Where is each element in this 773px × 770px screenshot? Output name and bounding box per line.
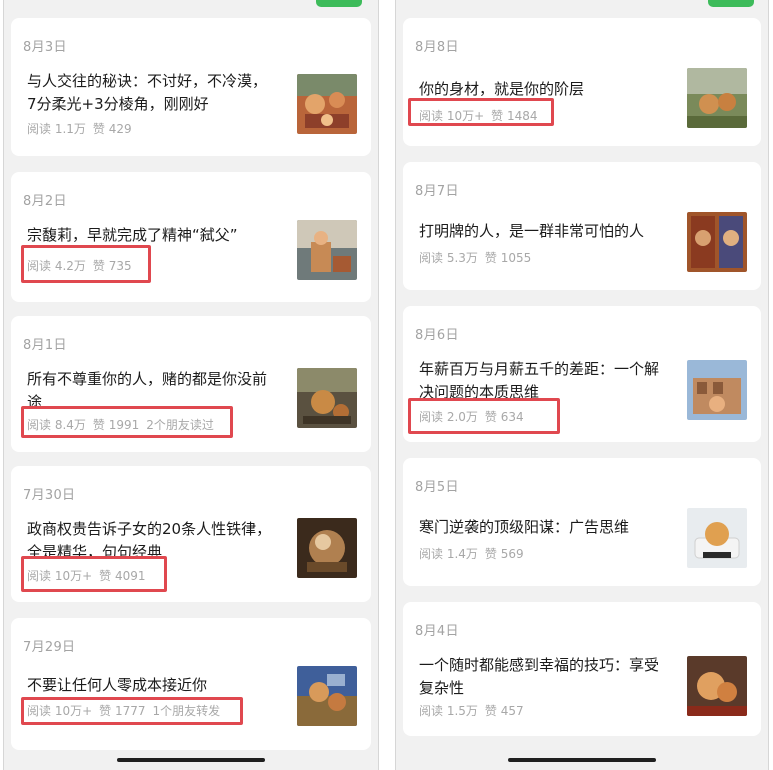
article-date: 7月30日 xyxy=(23,488,76,503)
article-card[interactable]: 8月5日 寒门逆袭的顶级阳谋：广告思维 阅读 1.4万赞 569 xyxy=(403,458,761,586)
read-count: 阅读 1.4万 xyxy=(419,547,478,561)
article-date: 8月2日 xyxy=(23,194,67,209)
left-phone-screen: 8月3日 与人交往的秘诀：不讨好，不冷漠， 7分柔光+3分棱角，刚刚好 阅读 1… xyxy=(3,0,379,770)
article-date: 8月7日 xyxy=(415,184,459,199)
painting-thumbnail[interactable] xyxy=(687,508,747,568)
article-stats: 阅读 1.1万赞 429 xyxy=(27,120,139,137)
article-title[interactable]: 不要让任何人零成本接近你 xyxy=(27,674,285,697)
like-count: 赞 1055 xyxy=(484,251,532,265)
painting-thumbnail[interactable] xyxy=(297,220,357,280)
highlight-box xyxy=(21,406,233,438)
highlight-box xyxy=(21,556,167,592)
article-stats: 阅读 1.5万赞 457 xyxy=(419,702,531,719)
article-stats: 阅读 1.4万赞 569 xyxy=(419,545,531,562)
article-card[interactable]: 8月7日 打明牌的人，是一群非常可怕的人 阅读 5.3万赞 1055 xyxy=(403,162,761,290)
article-title[interactable]: 与人交往的秘诀：不讨好，不冷漠， 7分柔光+3分棱角，刚刚好 xyxy=(27,70,285,116)
article-date: 8月1日 xyxy=(23,338,67,353)
article-title[interactable]: 一个随时都能感到幸福的技巧：享受 复杂性 xyxy=(419,654,677,700)
like-count: 赞 569 xyxy=(484,547,524,561)
top-tab-indicator xyxy=(316,0,362,7)
article-date: 7月29日 xyxy=(23,640,76,655)
article-date: 8月8日 xyxy=(415,40,459,55)
read-count: 阅读 1.1万 xyxy=(27,122,86,136)
article-date: 8月4日 xyxy=(415,624,459,639)
painting-thumbnail[interactable] xyxy=(687,212,747,272)
article-date: 8月3日 xyxy=(23,40,67,55)
read-count: 阅读 5.3万 xyxy=(419,251,478,265)
right-phone-screen: 8月8日 你的身材，就是你的阶层 阅读 10万+ 赞 1484 8月7日 打明牌的… xyxy=(395,0,769,770)
painting-thumbnail[interactable] xyxy=(687,656,747,716)
painting-thumbnail[interactable] xyxy=(687,360,747,420)
highlight-box xyxy=(408,398,560,434)
article-card[interactable]: 8月3日 与人交往的秘诀：不讨好，不冷漠， 7分柔光+3分棱角，刚刚好 阅读 1… xyxy=(11,18,371,156)
painting-thumbnail[interactable] xyxy=(297,368,357,428)
home-indicator[interactable] xyxy=(508,758,656,762)
painting-thumbnail[interactable] xyxy=(687,68,747,128)
painting-thumbnail[interactable] xyxy=(297,666,357,726)
article-stats: 阅读 5.3万赞 1055 xyxy=(419,249,538,266)
article-title[interactable]: 寒门逆袭的顶级阳谋：广告思维 xyxy=(419,516,677,539)
like-count: 赞 457 xyxy=(484,704,524,718)
article-date: 8月6日 xyxy=(415,328,459,343)
top-tab-indicator xyxy=(708,0,754,7)
article-card[interactable]: 7月29日 不要让任何人零成本接近你 阅读 10万+ 赞 1777 1个朋友转发 xyxy=(11,618,371,750)
article-title[interactable]: 宗馥莉，早就完成了精神“弑父” xyxy=(27,224,285,247)
home-indicator[interactable] xyxy=(117,758,265,762)
read-count: 阅读 1.5万 xyxy=(419,704,478,718)
highlight-box xyxy=(21,245,151,283)
like-count: 赞 429 xyxy=(92,122,132,136)
article-card[interactable]: 8月8日 你的身材，就是你的阶层 阅读 10万+ 赞 1484 xyxy=(403,18,761,146)
article-date: 8月5日 xyxy=(415,480,459,495)
article-title[interactable]: 打明牌的人，是一群非常可怕的人 xyxy=(419,220,677,243)
highlight-box xyxy=(408,98,554,126)
painting-thumbnail[interactable] xyxy=(297,74,357,134)
article-card[interactable]: 8月4日 一个随时都能感到幸福的技巧：享受 复杂性 阅读 1.5万赞 457 xyxy=(403,602,761,736)
painting-thumbnail[interactable] xyxy=(297,518,357,578)
highlight-box xyxy=(21,697,243,725)
